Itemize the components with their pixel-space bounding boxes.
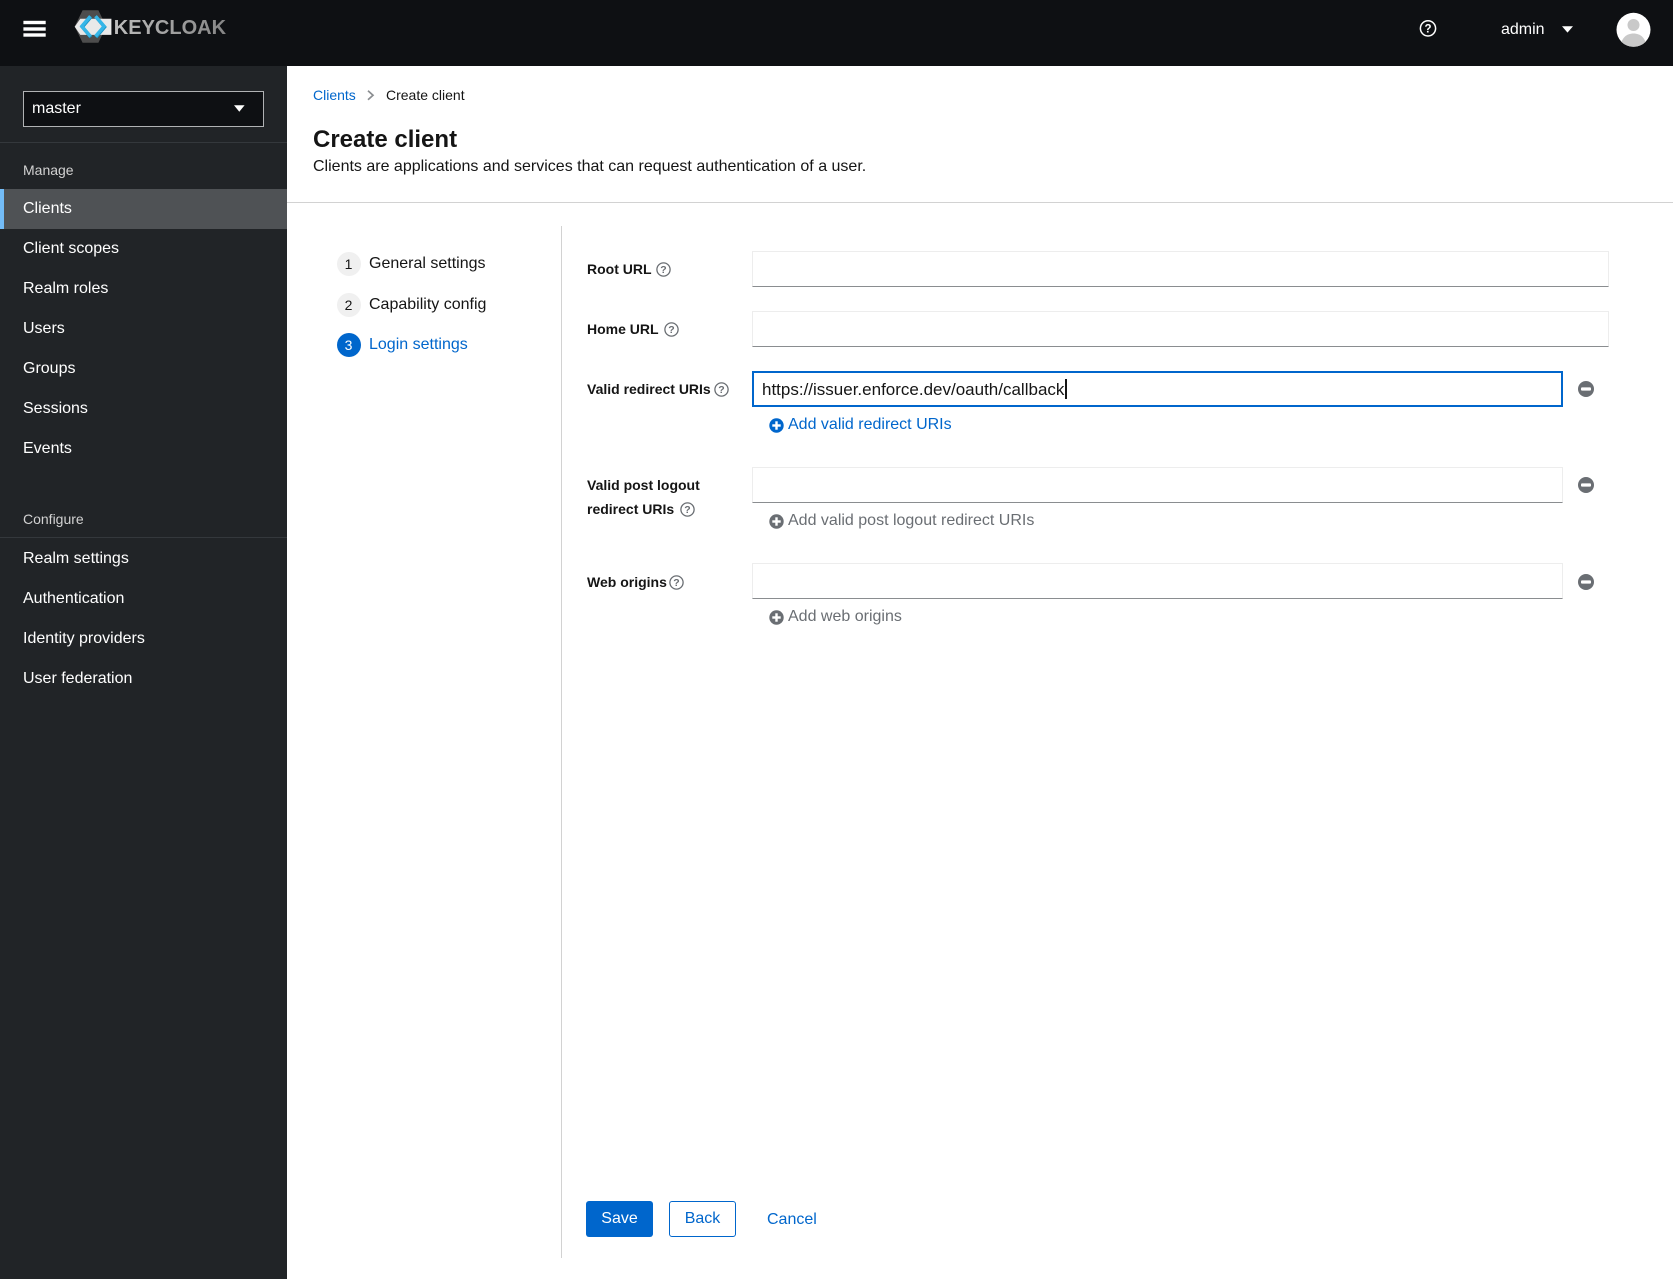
svg-text:?: ? <box>684 504 690 516</box>
svg-text:?: ? <box>673 577 679 589</box>
svg-text:KEYCLOAK: KEYCLOAK <box>114 17 227 39</box>
svg-text:?: ? <box>668 324 674 336</box>
svg-text:admin: admin <box>1501 21 1545 38</box>
svg-text:?: ? <box>1424 24 1431 36</box>
svg-text:?: ? <box>660 264 666 276</box>
svg-text:?: ? <box>718 384 724 396</box>
